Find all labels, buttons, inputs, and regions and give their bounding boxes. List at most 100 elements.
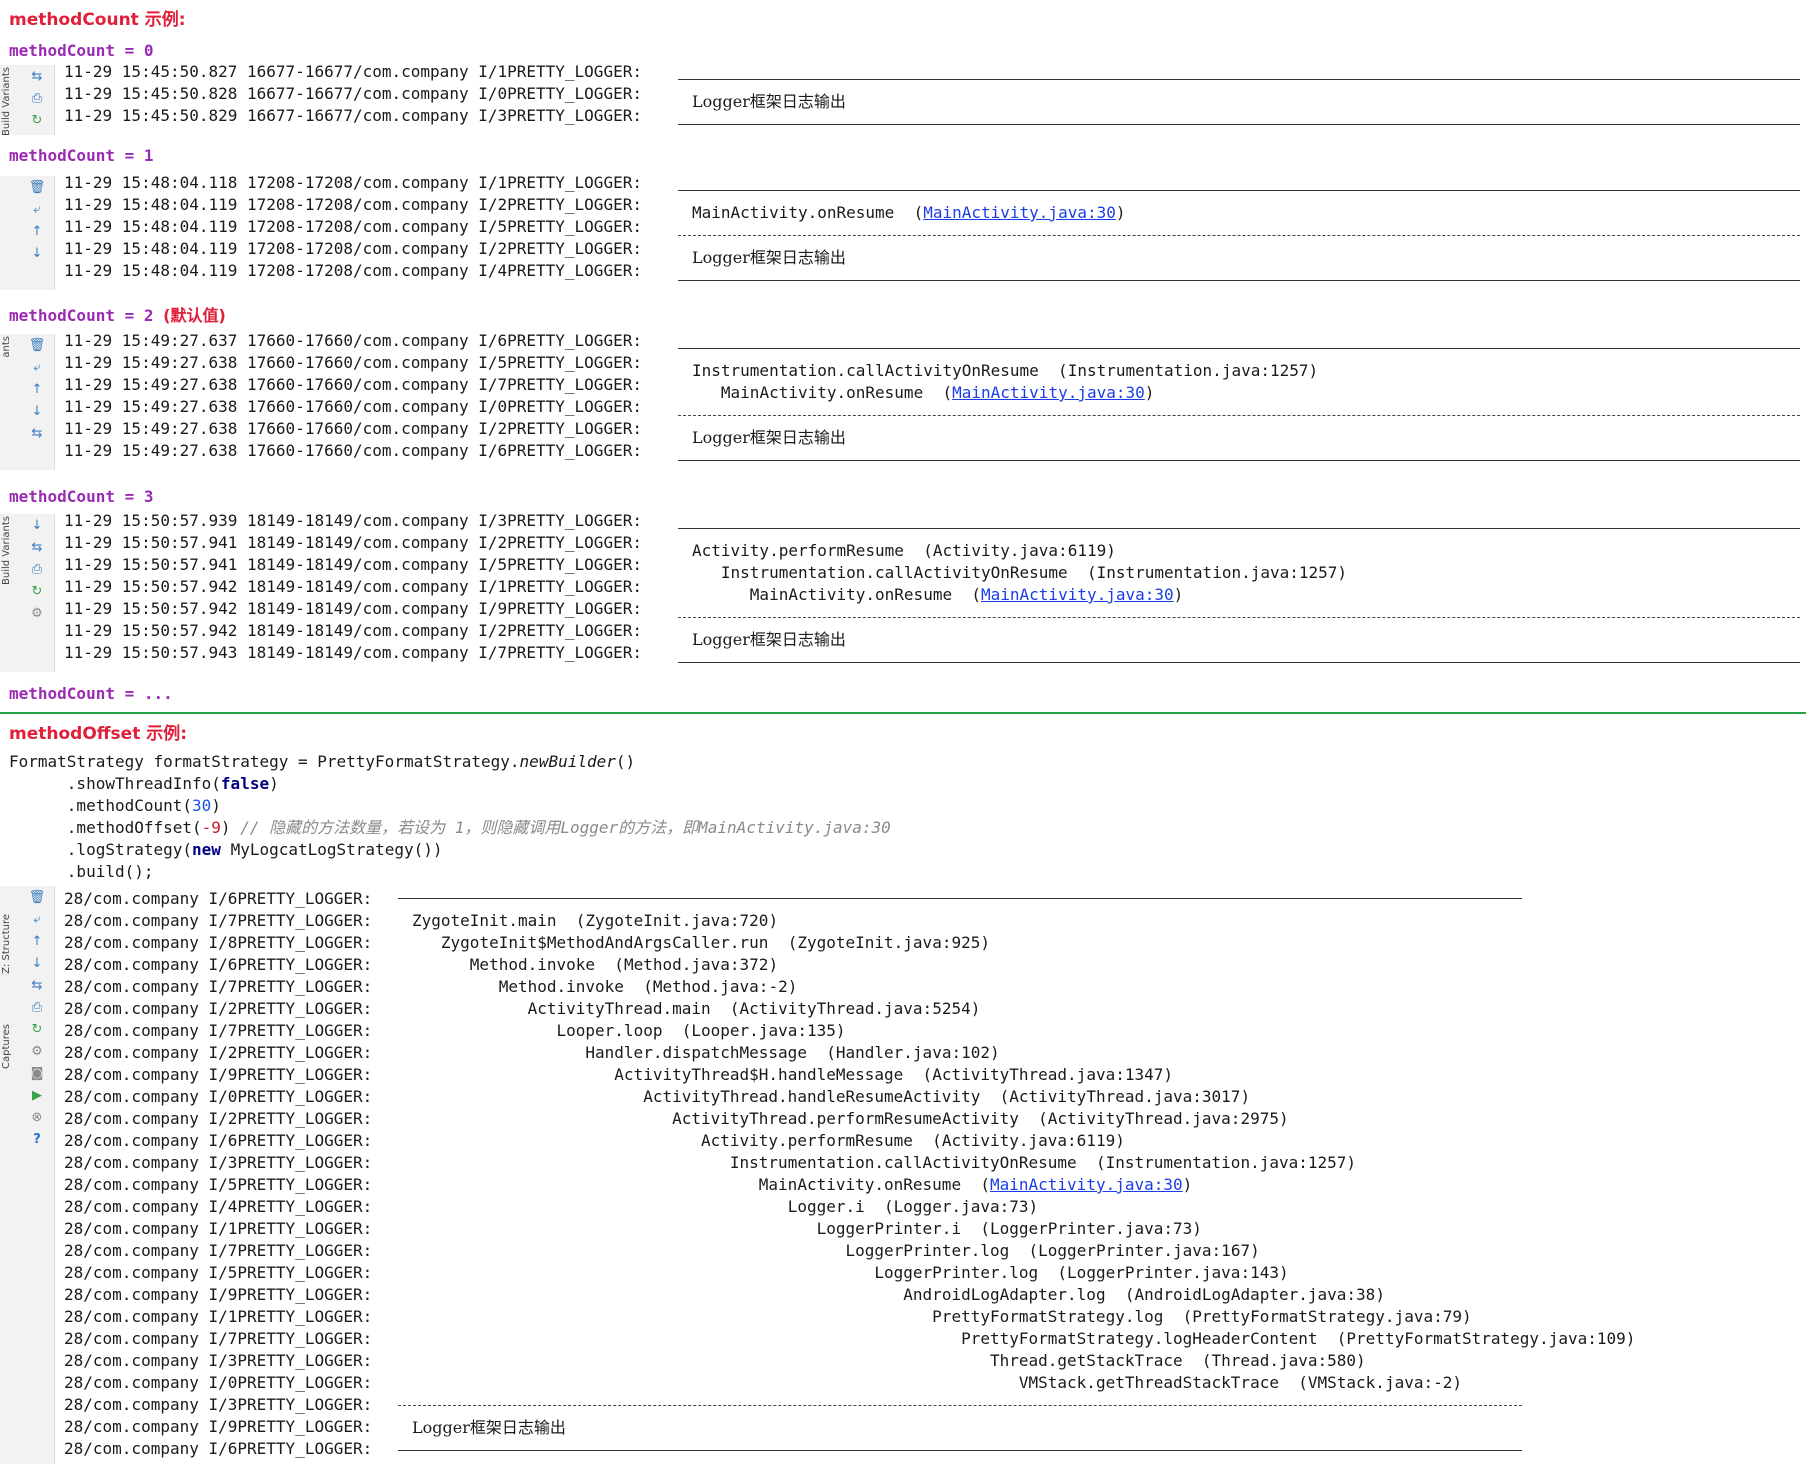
frame-source: Method.java:372 <box>623 955 769 974</box>
log-line: 28/com.company I/0PRETTY_LOGGER: <box>64 1087 373 1106</box>
stack-frame: LoggerPrinter.log (LoggerPrinter.java:14… <box>874 1263 1289 1282</box>
log-line: 11-29 15:50:57.942 18149-18149/com.compa… <box>64 577 642 596</box>
console-toolstrip: ants 🗑 ⤶ ↑ ↓ ⇆ <box>0 334 55 470</box>
method-count-label: methodCount = 0 <box>9 40 154 62</box>
side-tab-label[interactable]: ants <box>1 336 15 358</box>
wrap-icon[interactable]: ⇆ <box>27 67 47 87</box>
log-line: 11-29 15:50:57.943 18149-18149/com.compa… <box>64 643 642 662</box>
log-line: 11-29 15:49:27.638 17660-17660/com.compa… <box>64 375 642 394</box>
log-line: 28/com.company I/7PRETTY_LOGGER: <box>64 1329 373 1348</box>
frame-method: ActivityThread.main <box>527 999 711 1018</box>
log-line: 11-29 15:50:57.942 18149-18149/com.compa… <box>64 599 642 618</box>
frame-method: VMStack.getThreadStackTrace <box>1018 1373 1279 1392</box>
play-icon[interactable]: ▶ <box>27 1086 47 1106</box>
frame-source: Activity.java:6119 <box>941 1131 1116 1150</box>
log-line: 11-29 15:48:04.118 17208-17208/com.compa… <box>64 173 642 192</box>
print-icon[interactable]: ⎙ <box>27 89 47 109</box>
help-icon[interactable]: ? <box>27 1130 47 1150</box>
arrow-down-icon[interactable]: ↓ <box>27 954 47 974</box>
arrow-up-icon[interactable]: ↑ <box>27 380 47 400</box>
frame-source-link[interactable]: MainActivity.java:30 <box>952 383 1145 402</box>
frame-method: PrettyFormatStrategy.log <box>932 1307 1164 1326</box>
frame-source-link[interactable]: MainActivity.java:30 <box>981 585 1174 604</box>
gear-icon[interactable]: ⚙ <box>27 1042 47 1062</box>
frame-source: AndroidLogAdapter.java:38 <box>1134 1285 1376 1304</box>
print-icon[interactable]: ⎙ <box>27 560 47 580</box>
side-tab-label[interactable]: Z: Structure <box>1 914 15 974</box>
stack-frame: Thread.getStackTrace (Thread.java:580) <box>989 1351 1366 1370</box>
arrow-down-icon[interactable]: ↓ <box>27 244 47 264</box>
frame-source: Method.java:-2 <box>652 977 788 996</box>
frame-method: Looper.loop <box>556 1021 663 1040</box>
side-tab-label[interactable]: Build Variants <box>1 67 15 135</box>
console-toolstrip: Build Variants ⇆ ⎙ ↻ <box>0 65 55 135</box>
log-box: ZygoteInit.main (ZygoteInit.java:720) Zy… <box>398 898 1635 1451</box>
frame-method: ActivityThread.performResumeActivity <box>672 1109 1019 1128</box>
trash-icon[interactable]: 🗑 <box>27 178 47 198</box>
log-line: 28/com.company I/9PRETTY_LOGGER: <box>64 1285 373 1304</box>
trash-icon[interactable]: 🗑 <box>27 888 47 908</box>
log-message: Logger框架日志输出 <box>678 236 1800 280</box>
stack-frame: Instrumentation.callActivityOnResume (In… <box>692 361 1319 380</box>
frame-source: ZygoteInit.java:925 <box>797 933 981 952</box>
soft-wrap-icon[interactable]: ⤶ <box>27 910 47 930</box>
arrow-down-icon[interactable]: ↓ <box>27 516 47 536</box>
log-message: Logger框架日志输出 <box>678 80 1800 124</box>
frame-method: ActivityThread$H.handleMessage <box>614 1065 904 1084</box>
log-line: 28/com.company I/0PRETTY_LOGGER: <box>64 1373 373 1392</box>
arrow-up-icon[interactable]: ↑ <box>27 222 47 242</box>
log-line: 28/com.company I/6PRETTY_LOGGER: <box>64 889 373 908</box>
close-circle-icon[interactable]: ⊗ <box>27 1108 47 1128</box>
gear-icon[interactable]: ⚙ <box>27 604 47 624</box>
frame-method: ZygoteInit.main <box>412 911 557 930</box>
log-line: 28/com.company I/7PRETTY_LOGGER: <box>64 1241 373 1260</box>
restart-icon[interactable]: ↻ <box>27 582 47 602</box>
log-line: 11-29 15:50:57.941 18149-18149/com.compa… <box>64 555 642 574</box>
arrow-down-icon[interactable]: ↓ <box>27 402 47 422</box>
soft-wrap-icon[interactable]: ⤶ <box>27 200 47 220</box>
console-toolstrip: 🗑 ⤶ ↑ ↓ <box>0 176 55 290</box>
console-toolstrip: Build Variants ↓ ⇆ ⎙ ↻ ⚙ <box>0 514 55 672</box>
frame-method: ActivityThread.handleResumeActivity <box>643 1087 981 1106</box>
side-tab-label[interactable]: Captures <box>1 1024 15 1069</box>
restart-icon[interactable]: ↻ <box>27 111 47 131</box>
frame-source: LoggerPrinter.java:167 <box>1038 1241 1251 1260</box>
trash-icon[interactable]: 🗑 <box>27 336 47 356</box>
code-line-2: .showThreadInfo(false) <box>9 774 279 793</box>
log-line: 11-29 15:50:57.942 18149-18149/com.compa… <box>64 621 642 640</box>
code-line-6: .build(); <box>9 862 154 881</box>
console-toolstrip: Z: Structure Captures 🗑 ⤶ ↑ ↓ ⇆ ⎙ ↻ ⚙ ◙ ▶ ⊗? <box>0 886 55 1464</box>
method-count-label: methodCount = 2 (默认值) <box>9 305 226 327</box>
log-line: 28/com.company I/1PRETTY_LOGGER: <box>64 1307 373 1326</box>
wrap-icon[interactable]: ⇆ <box>27 424 47 444</box>
arrow-up-icon[interactable]: ↑ <box>27 932 47 952</box>
stack-frame: LoggerPrinter.i (LoggerPrinter.java:73) <box>816 1219 1202 1238</box>
logger-output-text: Logger框架日志输出 <box>692 248 846 267</box>
log-line: 28/com.company I/1PRETTY_LOGGER: <box>64 1219 373 1238</box>
wrap-icon[interactable]: ⇆ <box>27 538 47 558</box>
stack-frame: Handler.dispatchMessage (Handler.java:10… <box>585 1043 1000 1062</box>
stack-frame: PrettyFormatStrategy.log (PrettyFormatSt… <box>932 1307 1472 1326</box>
log-line: 11-29 15:45:50.827 16677-16677/com.compa… <box>64 62 642 81</box>
frame-source: ZygoteInit.java:720 <box>585 911 769 930</box>
stack-trace: Instrumentation.callActivityOnResume (In… <box>678 349 1800 415</box>
restart-icon[interactable]: ↻ <box>27 1020 47 1040</box>
log-lines: 11-29 15:49:27.637 17660-17660/com.compa… <box>64 330 642 462</box>
frame-method: Logger.i <box>787 1197 865 1216</box>
frame-method: Instrumentation.callActivityOnResume <box>692 361 1039 380</box>
frame-method: Activity.performResume <box>700 1131 913 1150</box>
log-line: 11-29 15:48:04.119 17208-17208/com.compa… <box>64 261 642 280</box>
log-line: 28/com.company I/3PRETTY_LOGGER: <box>64 1153 373 1172</box>
stack-frame: Activity.performResume (Activity.java:61… <box>700 1131 1125 1150</box>
side-tab-label[interactable]: Build Variants <box>1 516 15 585</box>
wrap-icon[interactable]: ⇆ <box>27 976 47 996</box>
stack-frame: MainActivity.onResume (MainActivity.java… <box>749 585 1184 604</box>
frame-source-link[interactable]: MainActivity.java:30 <box>990 1175 1183 1194</box>
soft-wrap-icon[interactable]: ⤶ <box>27 358 47 378</box>
print-icon[interactable]: ⎙ <box>27 998 47 1018</box>
frame-method: MainActivity.onResume <box>749 585 953 604</box>
log-line: 11-29 15:45:50.828 16677-16677/com.compa… <box>64 84 642 103</box>
frame-source-link[interactable]: MainActivity.java:30 <box>923 203 1116 222</box>
camera-icon[interactable]: ◙ <box>27 1064 47 1084</box>
frame-source: ActivityThread.java:5254 <box>739 999 971 1018</box>
